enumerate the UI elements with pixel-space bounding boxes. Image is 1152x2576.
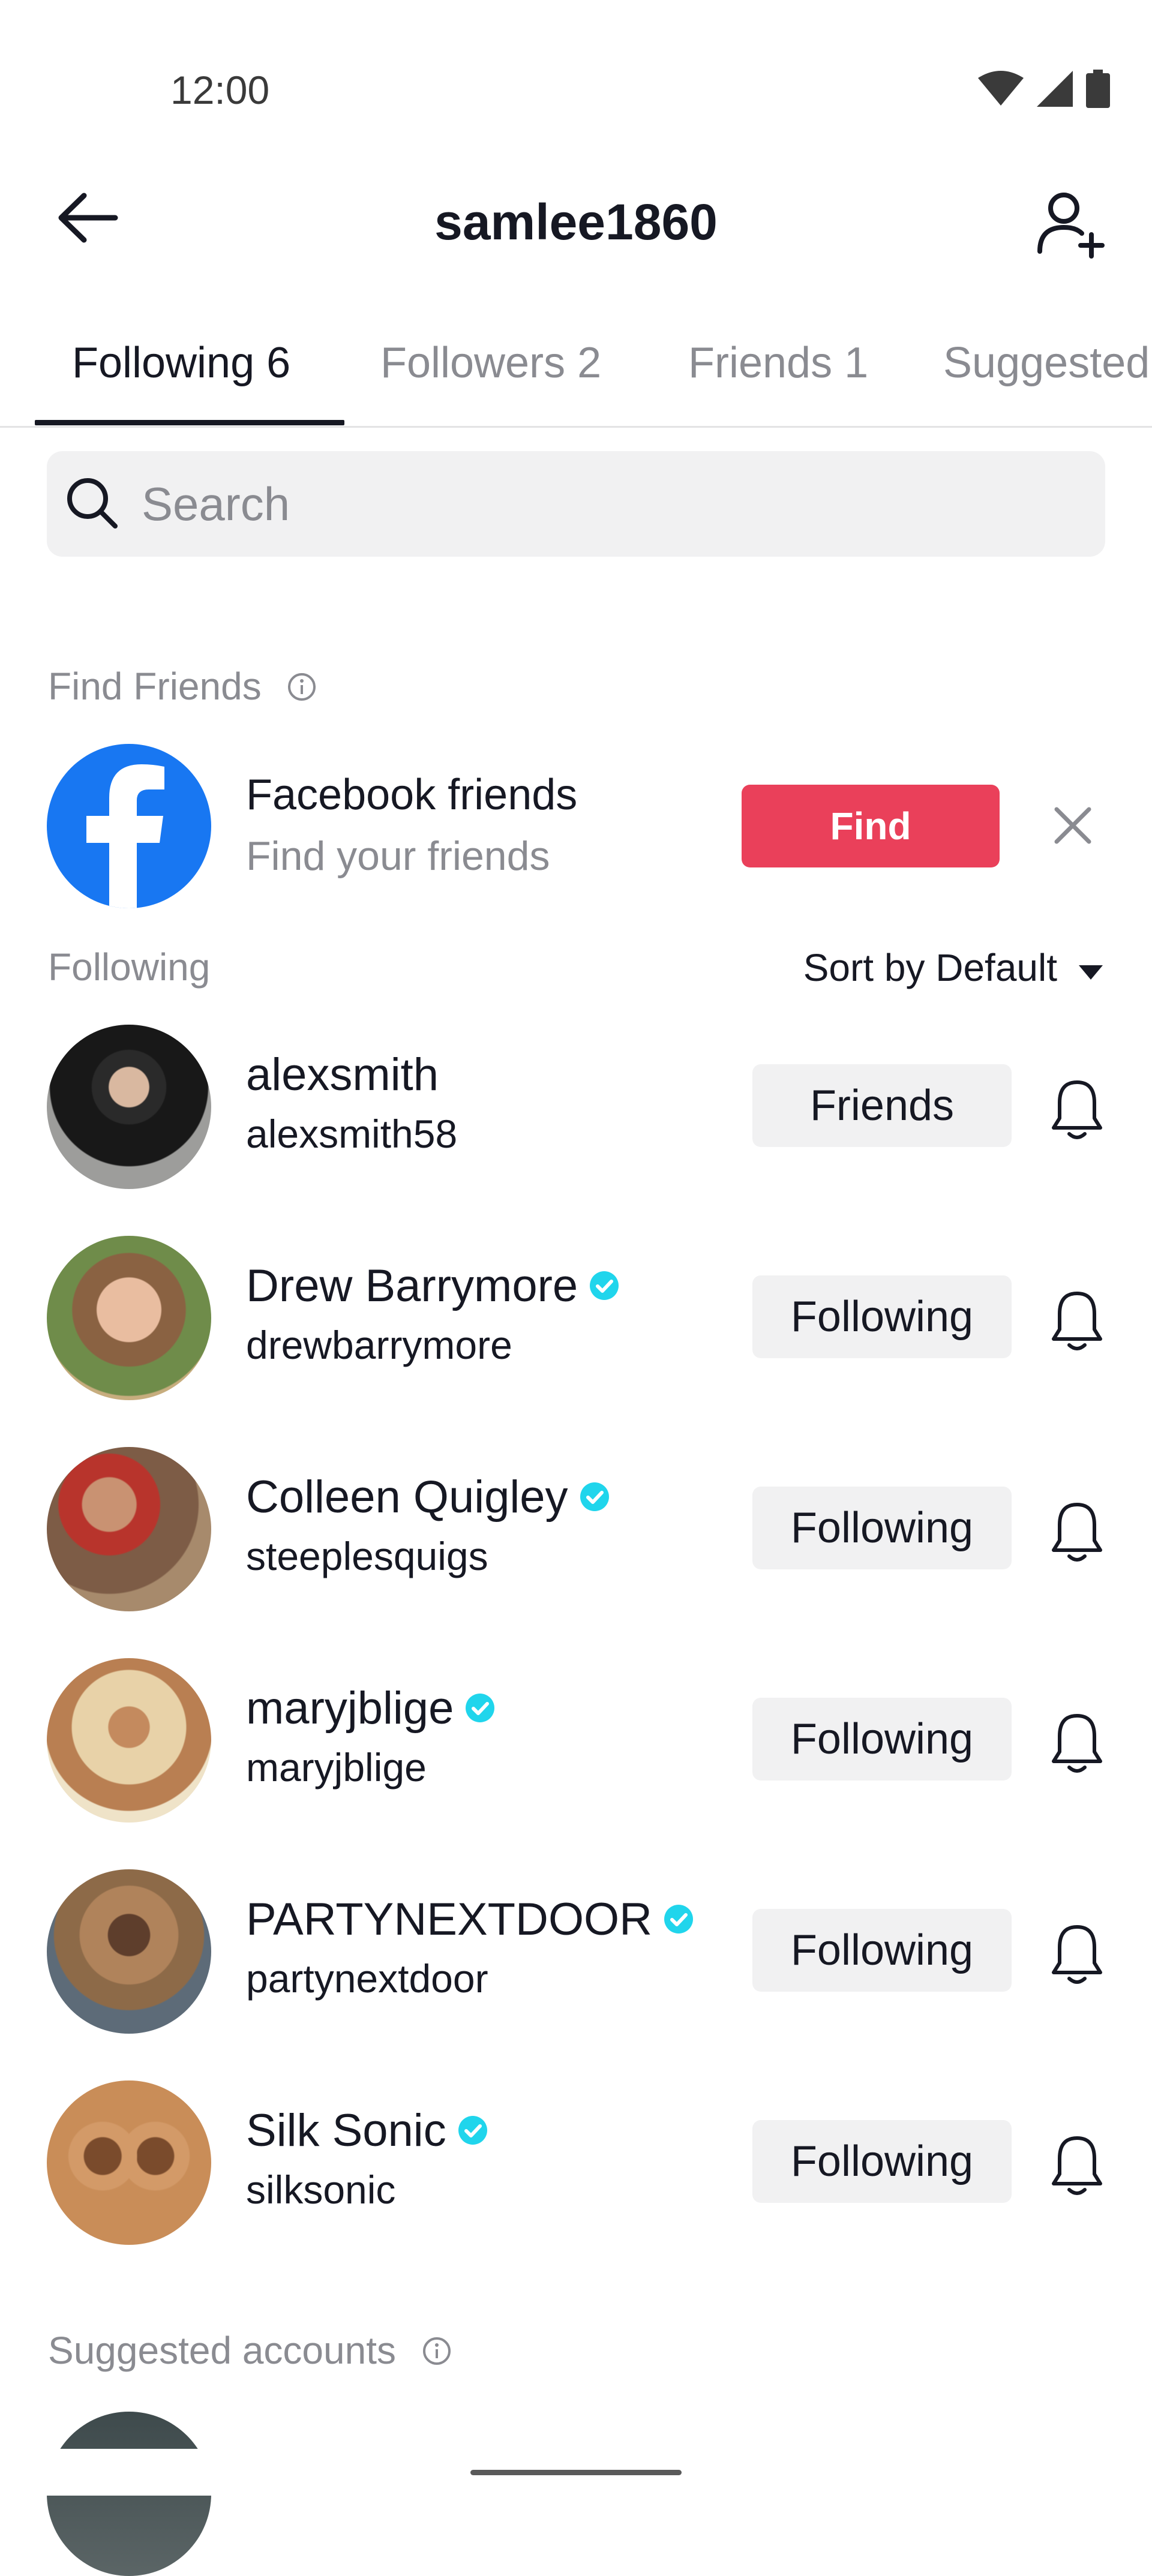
search-input[interactable] (140, 476, 1043, 532)
info-icon[interactable] (286, 665, 317, 713)
following-button[interactable]: Following (752, 2120, 1012, 2203)
facebook-icon (86, 764, 164, 908)
avatar[interactable] (47, 2080, 211, 2245)
sort-label: Sort by Default (803, 946, 1057, 989)
verified-badge-icon (663, 1891, 694, 1948)
avatar[interactable] (47, 1236, 211, 1400)
user-handle: silksonic (246, 2167, 396, 2212)
home-indicator[interactable] (470, 2470, 682, 2475)
facebook-friends-subtitle: Find your friends (246, 833, 550, 879)
avatar[interactable] (47, 1025, 211, 1189)
battery-icon (1086, 69, 1110, 111)
notification-bell-button[interactable] (1044, 1286, 1110, 1356)
bell-icon (1052, 2136, 1102, 2195)
following-button[interactable]: Following (752, 1487, 1012, 1569)
avatar[interactable] (47, 1447, 211, 1611)
user-name: PARTYNEXTDOOR (246, 1891, 694, 1948)
notification-bell-button[interactable] (1044, 1709, 1110, 1778)
cellular-signal-icon (1037, 70, 1073, 110)
following-row[interactable]: Colleen Quigley steeplesquigs Following (0, 1447, 1152, 1658)
search-bar[interactable] (47, 451, 1105, 557)
following-row[interactable]: PARTYNEXTDOOR partynextdoor Following (0, 1869, 1152, 2080)
wifi-icon (978, 70, 1024, 110)
tab-following[interactable]: Following 6 (72, 324, 290, 426)
dismiss-button[interactable] (1044, 798, 1102, 855)
user-name: alexsmith (246, 1049, 439, 1100)
find-button[interactable]: Find (742, 785, 1000, 867)
following-button[interactable]: Following (752, 1698, 1012, 1781)
verified-badge-icon (589, 1257, 620, 1315)
bell-icon (1052, 1292, 1102, 1350)
avatar[interactable] (47, 1869, 211, 2034)
following-row[interactable]: Silk Sonic silksonic Following (0, 2080, 1152, 2292)
suggested-accounts-header: Suggested accounts (48, 2326, 452, 2377)
status-icons (978, 67, 1110, 113)
search-icon (65, 476, 119, 533)
sort-dropdown[interactable]: Sort by Default (803, 942, 1104, 993)
verified-badge-icon (464, 1680, 496, 1737)
page-title: samlee1860 (434, 194, 718, 250)
find-friends-label: Find Friends (48, 665, 262, 708)
active-tab-indicator (35, 420, 344, 425)
tab-friends[interactable]: Friends 1 (688, 324, 868, 426)
tab-suggested[interactable]: Suggested (943, 324, 1150, 426)
add-user-icon (1035, 188, 1107, 263)
following-row[interactable]: maryjblige maryjblige Following (0, 1658, 1152, 1869)
tab-bar: Following 6 Followers 2 Friends 1 Sugges… (0, 324, 1152, 426)
user-handle: steeplesquigs (246, 1534, 488, 1578)
status-time: 12:00 (170, 68, 270, 112)
suggested-accounts-label: Suggested accounts (48, 2329, 396, 2372)
notification-bell-button[interactable] (1044, 1075, 1110, 1145)
user-handle: partynextdoor (246, 1956, 488, 2001)
following-button[interactable]: Following (752, 1275, 1012, 1358)
user-name: Colleen Quigley (246, 1469, 610, 1526)
close-icon (1052, 804, 1094, 849)
user-name: Silk Sonic (246, 2102, 488, 2160)
notification-bell-button[interactable] (1044, 1920, 1110, 1989)
avatar[interactable] (47, 1658, 211, 1823)
tabs-divider (0, 426, 1152, 428)
following-row[interactable]: Drew Barrymore drewbarrymore Following (0, 1236, 1152, 1447)
friends-button[interactable]: Friends (752, 1064, 1012, 1147)
verified-badge-icon (457, 2102, 488, 2160)
notification-bell-button[interactable] (1044, 2131, 1110, 2200)
following-label: Following (48, 945, 211, 989)
user-name: Drew Barrymore (246, 1257, 620, 1315)
following-button[interactable]: Following (752, 1909, 1012, 1992)
verified-badge-icon (579, 1469, 610, 1526)
user-name: maryjblige (246, 1680, 496, 1737)
bell-icon (1052, 1503, 1102, 1562)
facebook-logo (47, 744, 211, 908)
bell-icon (1052, 1925, 1102, 1984)
info-icon[interactable] (421, 2329, 452, 2377)
facebook-friends-title: Facebook friends (246, 771, 578, 819)
user-handle: alexsmith58 (246, 1112, 458, 1156)
bell-icon (1052, 1714, 1102, 1773)
bell-icon (1052, 1080, 1102, 1139)
following-row[interactable]: alexsmith alexsmith58 Friends (0, 1025, 1152, 1236)
user-handle: drewbarrymore (246, 1323, 512, 1367)
notification-bell-button[interactable] (1044, 1497, 1110, 1567)
user-handle: maryjblige (246, 1745, 427, 1790)
tab-followers[interactable]: Followers 2 (380, 324, 601, 426)
find-friends-header: Find Friends (48, 662, 317, 713)
dropdown-caret-icon (1078, 942, 1104, 993)
add-friend-button[interactable] (1032, 186, 1110, 264)
